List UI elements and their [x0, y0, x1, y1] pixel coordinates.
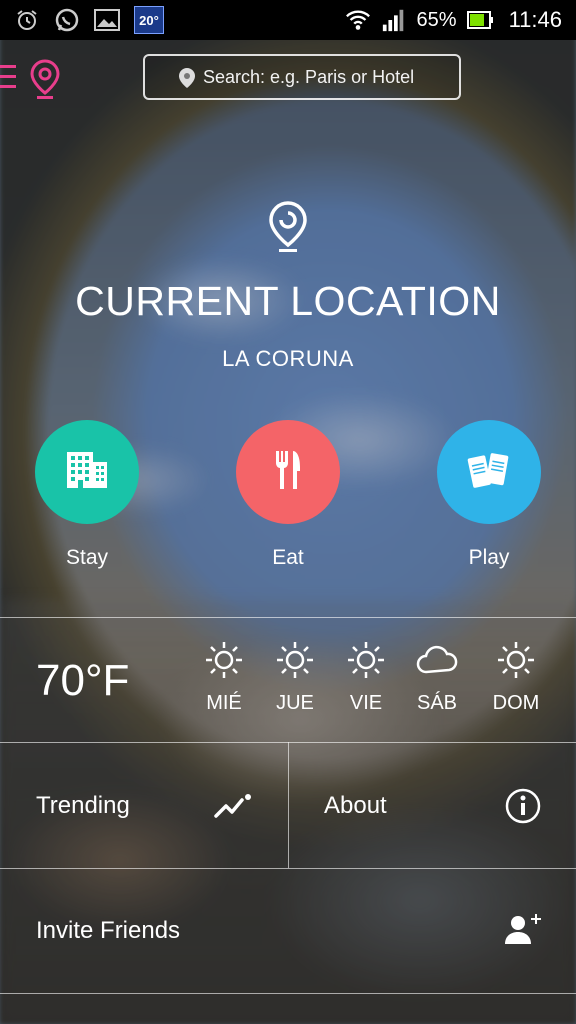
sun-icon [265, 638, 325, 682]
forecast-day: VIE [336, 638, 396, 715]
forecast-day: SÁB [407, 638, 467, 715]
tickets-icon [466, 450, 512, 495]
fork-knife-icon [273, 449, 303, 496]
gallery-icon [94, 7, 120, 33]
category-label-stay: Stay [65, 546, 109, 569]
wifi-icon [345, 7, 371, 33]
trending-button[interactable]: Trending [36, 792, 130, 820]
search-placeholder: Search: e.g. Paris or Hotel [203, 66, 415, 87]
forecast-day-label: MIÉ [206, 692, 242, 714]
city-name: LA CORUNA [222, 346, 354, 371]
location-pin-icon[interactable] [28, 58, 62, 100]
battery-percent: 65% [416, 8, 457, 31]
hotel-icon [65, 450, 109, 495]
divider [0, 993, 576, 994]
category-eat[interactable]: Eat [236, 420, 340, 570]
sun-icon [486, 638, 546, 682]
about-button[interactable]: About [324, 792, 387, 820]
eat-button[interactable] [236, 420, 340, 524]
divider [0, 617, 576, 618]
current-temperature: 70°F [36, 656, 130, 705]
alarm-icon [14, 7, 40, 33]
forecast-day-label: SÁB [416, 692, 458, 714]
cloud-icon [407, 638, 467, 682]
stay-button[interactable] [35, 420, 139, 524]
menu-icon[interactable] [0, 62, 20, 92]
page-title: CURRENT LOCATION [75, 278, 501, 324]
invite-friends-button[interactable]: Invite Friends [36, 917, 180, 945]
category-label-eat: Eat [272, 546, 304, 569]
search-pin-icon [178, 67, 196, 94]
sun-icon [194, 638, 254, 682]
add-user-icon[interactable] [503, 912, 543, 951]
battery-icon [466, 7, 493, 33]
category-label-play: Play [468, 546, 510, 569]
play-button[interactable] [437, 420, 541, 524]
forecast-day-label: DOM [492, 692, 540, 714]
status-bar: 20° 65% 11:46 [0, 0, 576, 40]
whatsapp-icon [54, 7, 80, 33]
signal-icon [381, 7, 407, 33]
divider [0, 868, 576, 869]
sun-icon [336, 638, 396, 682]
forecast-day-label: VIE [349, 692, 383, 714]
forecast-day: JUE [265, 638, 325, 715]
forecast-day-label: JUE [276, 692, 314, 714]
trending-icon[interactable] [214, 792, 252, 825]
weather-widget-icon: 20° [134, 6, 164, 34]
forecast-day: DOM [486, 638, 546, 715]
search-input[interactable]: Search: e.g. Paris or Hotel [143, 54, 461, 100]
forecast-day: MIÉ [194, 638, 254, 715]
current-location-icon [266, 200, 310, 254]
category-stay[interactable]: Stay [35, 420, 139, 570]
info-icon[interactable] [505, 788, 541, 829]
clock: 11:46 [508, 7, 562, 32]
category-play[interactable]: Play [437, 420, 541, 570]
divider-vertical [288, 742, 289, 868]
